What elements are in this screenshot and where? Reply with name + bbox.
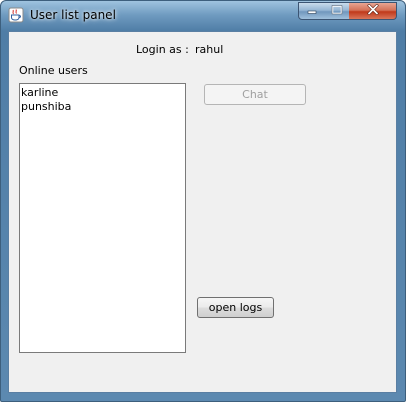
list-item[interactable]: karline: [21, 86, 184, 100]
chat-button-label: Chat: [242, 88, 268, 101]
title-bar[interactable]: User list panel: [1, 1, 405, 31]
java-cup-icon: [8, 7, 24, 23]
online-users-label: Online users: [19, 64, 88, 77]
close-icon: [367, 4, 379, 18]
chat-button[interactable]: Chat: [204, 84, 306, 105]
maximize-button[interactable]: [324, 2, 350, 20]
window-title: User list panel: [30, 8, 116, 22]
maximize-icon: [331, 4, 343, 18]
open-logs-button[interactable]: open logs: [197, 297, 274, 318]
login-username: rahul: [195, 43, 224, 56]
login-label: Login as :: [136, 43, 189, 56]
user-list-window: User list panel Login as : rahul Online …: [0, 0, 406, 402]
client-area: Login as : rahul Online users karline pu…: [8, 31, 397, 393]
minimize-icon: [307, 5, 317, 18]
minimize-button[interactable]: [298, 2, 325, 20]
open-logs-button-label: open logs: [208, 301, 263, 314]
online-users-list[interactable]: karline punshiba: [19, 83, 186, 353]
list-item[interactable]: punshiba: [21, 100, 184, 114]
close-button[interactable]: [349, 2, 397, 20]
